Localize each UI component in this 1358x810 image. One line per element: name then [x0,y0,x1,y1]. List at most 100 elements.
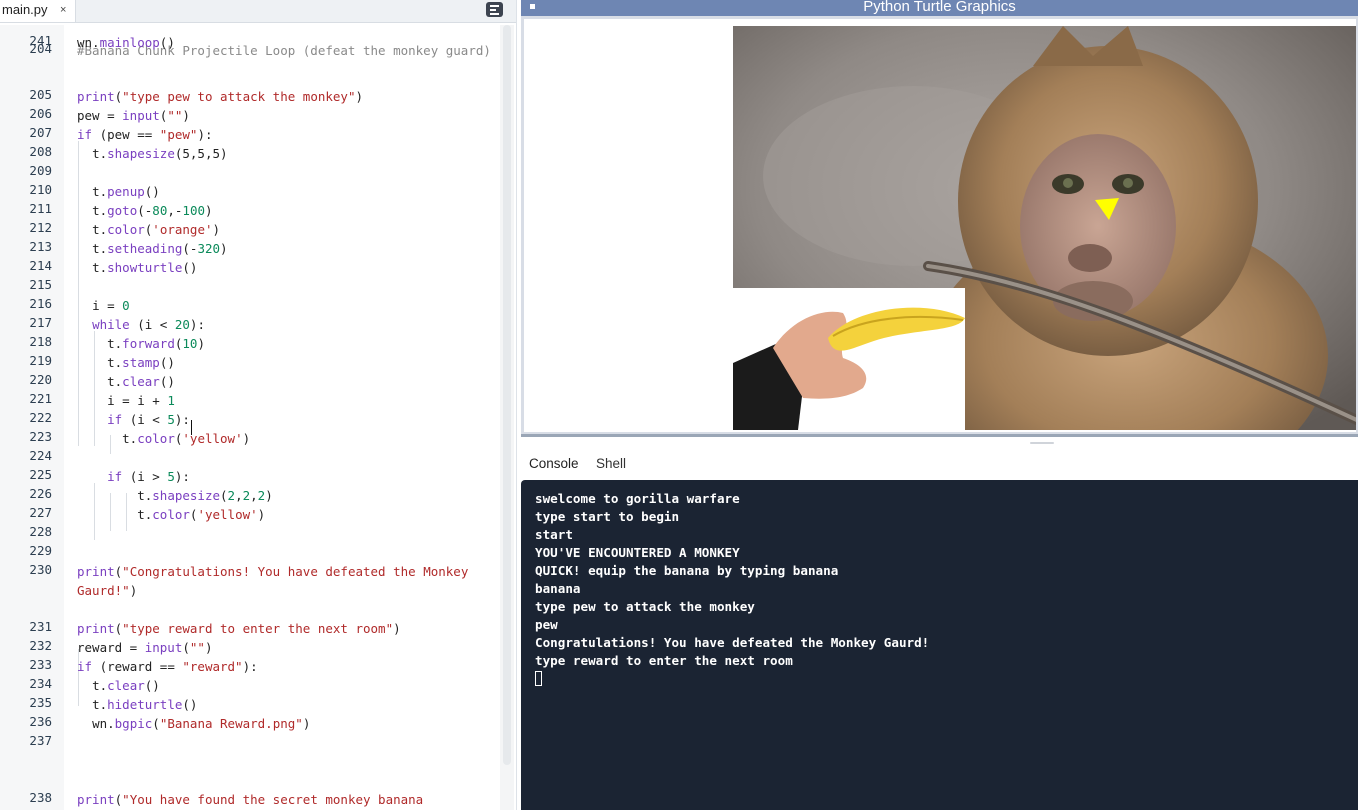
code-token: ) [302,716,311,731]
code-line[interactable]: t.clear() [77,372,497,391]
resize-handle[interactable] [1030,442,1054,444]
turtle-window-title-bar[interactable]: Python Turtle Graphics [521,0,1358,16]
code-line[interactable]: print("Congratulations! You have defeate… [77,562,497,600]
code-line[interactable]: t.stamp() [77,353,497,372]
line-number: 226 [29,486,52,501]
code-token: while [92,317,130,332]
line-number: 217 [29,315,52,330]
code-line[interactable]: if (i > 5): [77,467,497,486]
line-number: 221 [29,391,52,406]
console-line: swelcome to gorilla warfare [535,491,740,506]
code-line[interactable]: wn.mainloop() [77,33,497,52]
code-token: (reward == [92,659,183,674]
code-token: t. [77,374,123,389]
line-number: 227 [29,505,52,520]
code-editor[interactable]: main.py × 204 #Banana Chunk Projectile Lo… [0,0,517,810]
console-line: type start to begin [535,509,680,524]
line-number: 225 [29,467,52,482]
code-token: print [77,564,115,579]
code-token: () [182,260,198,275]
line-number: 233 [29,657,52,672]
code-token: () [144,678,160,693]
tab-console[interactable]: Console [529,456,579,471]
code-token: ) [129,583,138,598]
code-token: "" [167,108,183,123]
format-line [490,5,499,7]
line-number: 207 [29,125,52,140]
code-token: () [182,697,198,712]
code-line[interactable]: t.color('yellow') [77,505,497,524]
code-token: t. [77,697,108,712]
code-token: print [77,621,115,636]
editor-scrollbar-thumb[interactable] [503,25,511,765]
code-token: 80 [152,203,168,218]
code-line[interactable]: pew = input("") [77,106,497,125]
code-token: 10 [182,336,198,351]
code-line[interactable]: t.color('yellow') [77,429,497,448]
code-line[interactable]: print("type pew to attack the monkey") [77,87,497,106]
code-line[interactable]: print("type reward to enter the next roo… [77,619,497,638]
line-number: 205 [29,87,52,102]
code-token: t. [77,507,153,522]
line-number: 212 [29,220,52,235]
line-number: 215 [29,277,52,292]
code-line[interactable]: i = i + 1 [77,391,497,410]
code-token: clear [107,678,145,693]
line-number: 216 [29,296,52,311]
code-token: ): [174,412,190,427]
turtle-canvas[interactable] [524,19,1356,432]
code-line[interactable]: t.shapesize(5,5,5) [77,144,497,163]
code-token: "You have found the secret monkey banana… [122,792,424,807]
code-token: 20 [174,317,190,332]
format-line [490,9,496,11]
code-line[interactable]: t.clear() [77,676,497,695]
line-number: 211 [29,201,52,216]
code-token: ) [393,621,401,636]
console-line: type reward to enter the next room [535,653,793,668]
code-line[interactable]: t.showturtle() [77,258,497,277]
code-token: 'yellow' [197,507,258,522]
panel-divider[interactable] [521,434,1358,437]
line-number: 206 [29,106,52,121]
console-input-cursor[interactable] [535,671,542,686]
code-line[interactable]: t.penup() [77,182,497,201]
code-line[interactable]: reward = input("") [77,638,497,657]
code-token: ( [152,716,160,731]
line-number: 222 [29,410,52,425]
tab-main-py[interactable]: main.py × [0,0,76,22]
code-line[interactable]: t.forward(10) [77,334,497,353]
tab-close-icon[interactable]: × [60,0,66,20]
line-number: 219 [29,353,52,368]
code-line[interactable]: if (pew == "pew"): [77,125,497,144]
code-token: setheading [107,241,183,256]
console-text: swelcome to gorilla warfare type start to… [535,490,929,670]
code-line[interactable]: t.goto(-80,-100) [77,201,497,220]
code-line[interactable]: t.color('orange') [77,220,497,239]
code-line[interactable]: t.shapesize(2,2,2) [77,486,497,505]
format-code-button[interactable] [486,2,503,17]
code-line[interactable]: print("You have found the secret monkey … [77,790,497,810]
code-line[interactable]: while (i < 20): [77,315,497,334]
code-line[interactable]: wn.bgpic("Banana Reward.png") [77,714,497,733]
line-number: 218 [29,334,52,349]
code-line[interactable]: i = 0 [77,296,497,315]
code-area[interactable]: 204 #Banana Chunk Projectile Loop (defeat… [0,25,500,810]
tab-shell[interactable]: Shell [596,456,626,471]
code-line[interactable]: if (i < 5): [77,410,497,429]
code-token: shapesize [152,488,221,503]
code-token: , [250,488,258,503]
code-token: print [77,89,115,104]
window-menu-icon[interactable] [530,4,535,9]
code-line[interactable]: t.hideturtle() [77,695,497,714]
code-line[interactable]: t.setheading(-320) [77,239,497,258]
console-output[interactable]: swelcome to gorilla warfare type start to… [521,480,1358,810]
code-line[interactable]: if (reward == "reward"): [77,657,497,676]
code-token: if [77,127,93,142]
code-token: t. [77,678,108,693]
code-token: (i > [122,469,168,484]
editor-scrollbar[interactable] [500,25,514,810]
code-token: wn. [77,35,100,50]
tab-label: main.py [2,2,48,17]
code-token: 5 [167,469,175,484]
